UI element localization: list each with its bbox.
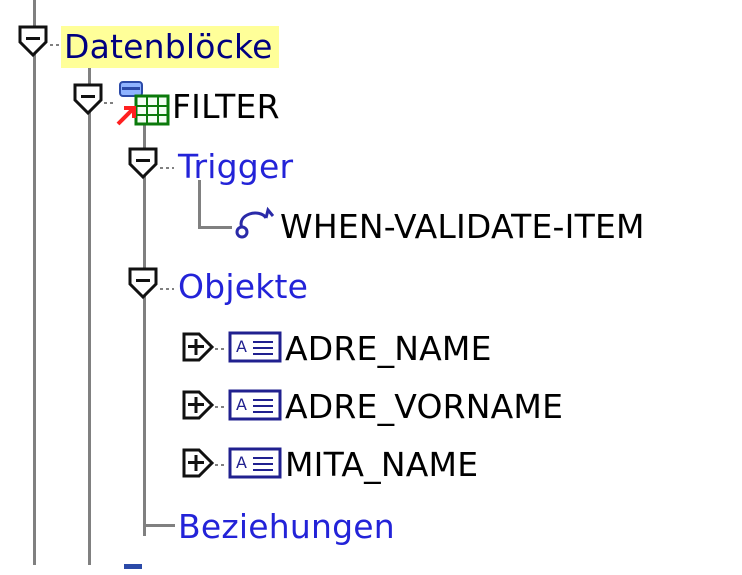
- plus-expander-icon: [182, 332, 215, 362]
- collapse-trigger-expander[interactable]: [126, 146, 160, 180]
- text-item-icon: A: [228, 330, 282, 368]
- tree-node-mita-name[interactable]: MITA_NAME: [285, 440, 478, 490]
- tree-dots-adre-vorname: [215, 406, 227, 408]
- svg-text:A: A: [236, 453, 247, 472]
- tree-node-when-validate-item-label: WHEN-VALIDATE-ITEM: [280, 207, 645, 246]
- tree-line-beziehungen-branch: [143, 524, 175, 527]
- tree-node-datenbloecke-label: Datenblöcke: [61, 26, 279, 68]
- svg-text:A: A: [236, 395, 247, 414]
- tree-dots-mita-name: [215, 464, 227, 466]
- tree-node-trigger[interactable]: Trigger: [178, 142, 293, 192]
- tree-dots-trigger: [160, 167, 174, 169]
- tree-node-objekte-label: Objekte: [178, 267, 309, 306]
- tree-node-adre-vorname-label: ADRE_VORNAME: [285, 387, 564, 426]
- tree-node-adre-name[interactable]: ADRE_NAME: [285, 324, 492, 374]
- tree-node-trigger-label: Trigger: [178, 147, 294, 186]
- plus-expander-icon: [182, 448, 215, 478]
- tree-line-filter: [143, 118, 146, 536]
- tree-node-objekte[interactable]: Objekte: [178, 262, 308, 312]
- minus-expander-icon: [128, 147, 158, 180]
- minus-expander-icon: [128, 267, 158, 300]
- tree-line-datenbloecke: [88, 66, 91, 565]
- tree-node-when-validate-item[interactable]: WHEN-VALIDATE-ITEM: [280, 202, 645, 252]
- minus-expander-icon: [73, 83, 103, 116]
- tree-dots-objekte: [160, 288, 174, 290]
- object-navigator-tree: Datenblöcke FILTER Trigger WHEN-VALIDATE…: [0, 0, 742, 569]
- tree-node-beziehungen-label: Beziehungen: [178, 507, 395, 546]
- next-item-icon: [122, 556, 146, 575]
- trigger-icon: [232, 204, 275, 244]
- collapse-objekte-expander[interactable]: [126, 266, 160, 300]
- svg-text:A: A: [236, 337, 247, 356]
- tree-node-adre-name-label: ADRE_NAME: [285, 329, 492, 368]
- collapse-filter-expander[interactable]: [71, 82, 105, 116]
- collapse-datenbloecke-expander[interactable]: [16, 24, 50, 58]
- tree-node-datenbloecke[interactable]: Datenblöcke: [61, 22, 279, 72]
- tree-node-filter[interactable]: FILTER: [172, 82, 280, 132]
- data-block-icon: [116, 80, 172, 132]
- tree-node-filter-label: FILTER: [172, 87, 280, 126]
- minus-expander-icon: [18, 25, 48, 58]
- tree-line-trigger-item-branch: [198, 226, 232, 229]
- tree-dots-adre-name: [215, 348, 227, 350]
- expand-adre-vorname-expander[interactable]: [181, 388, 215, 422]
- tree-node-beziehungen[interactable]: Beziehungen: [178, 502, 395, 552]
- text-item-icon: A: [228, 446, 282, 484]
- expand-adre-name-expander[interactable]: [181, 330, 215, 364]
- tree-line-root: [33, 0, 36, 565]
- tree-node-adre-vorname[interactable]: ADRE_VORNAME: [285, 382, 563, 432]
- expand-mita-name-expander[interactable]: [181, 446, 215, 480]
- text-item-icon: A: [228, 388, 282, 426]
- plus-expander-icon: [182, 390, 215, 420]
- tree-dots-filter: [104, 102, 116, 104]
- tree-node-mita-name-label: MITA_NAME: [285, 445, 479, 484]
